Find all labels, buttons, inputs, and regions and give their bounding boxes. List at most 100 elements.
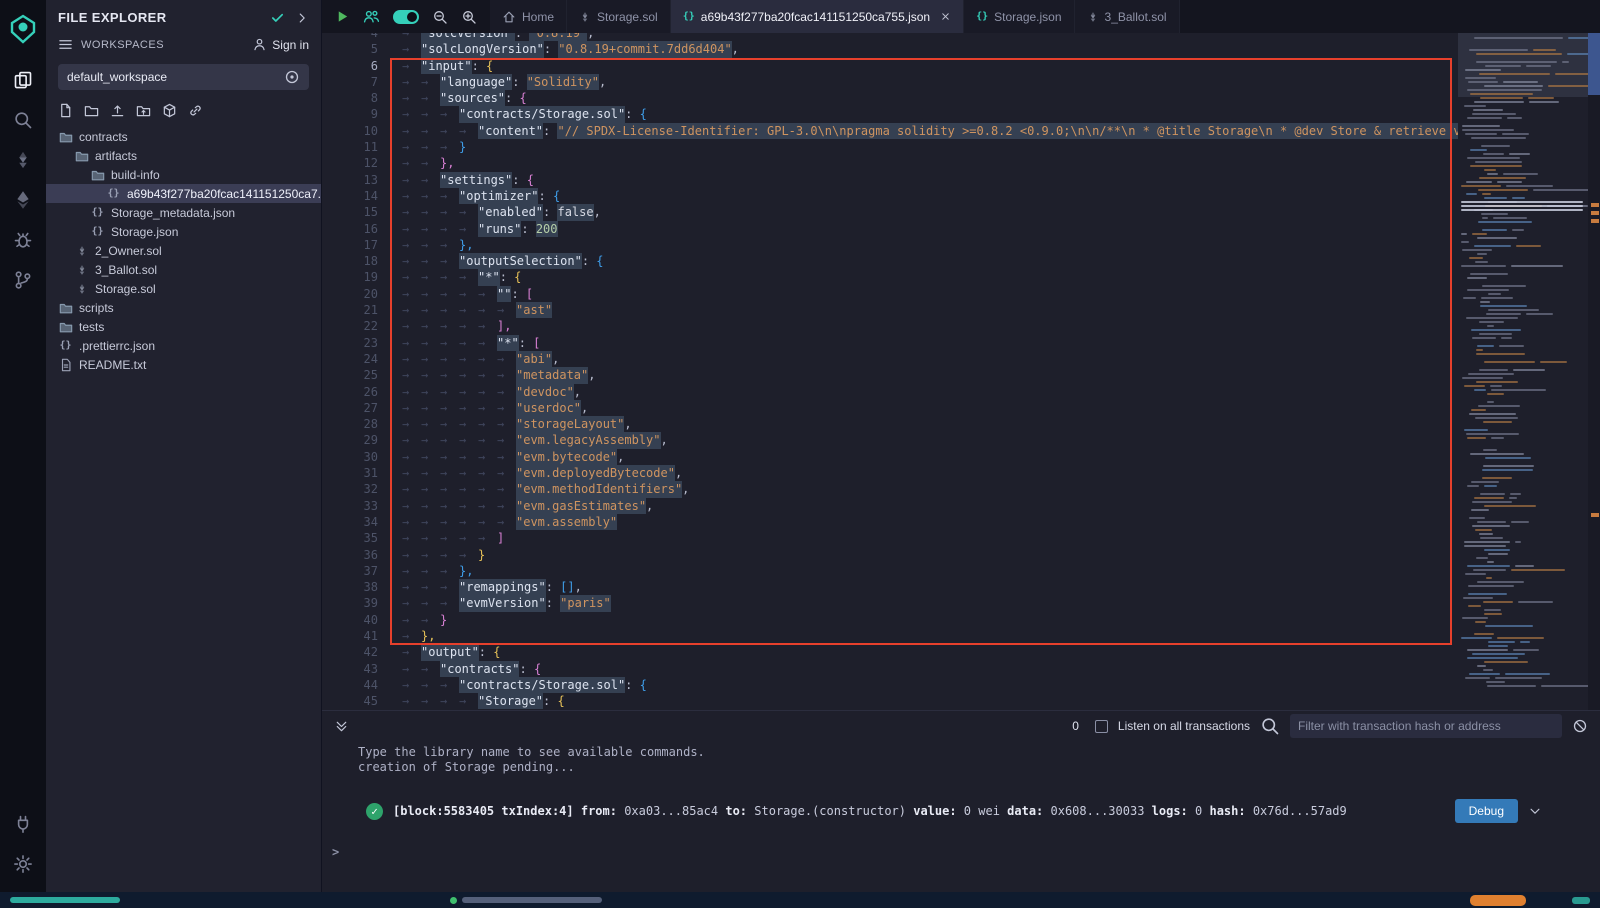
workspace-options-icon[interactable]	[284, 69, 300, 85]
accounts-icon[interactable]	[363, 8, 380, 25]
tab-storage-sol[interactable]: Storage.sol	[567, 0, 671, 33]
debug-button[interactable]: Debug	[1455, 799, 1518, 823]
workspaces-menu-icon[interactable]	[58, 37, 73, 52]
tree-item-artifacts[interactable]: artifacts	[46, 146, 321, 165]
plugin-manager-icon[interactable]	[0, 804, 46, 844]
minimap-line	[1501, 337, 1512, 339]
tree-item-storage-metadata-json[interactable]: {}Storage_metadata.json	[46, 203, 321, 222]
minimap-line	[1475, 261, 1488, 263]
upload-file-icon[interactable]	[110, 103, 125, 118]
tree-item-storage-sol[interactable]: Storage.sol	[46, 279, 321, 298]
deploy-run-icon[interactable]	[0, 180, 46, 220]
code-content[interactable]: 4→"solcVersion": "0.8.19",5→"solcLongVer…	[322, 33, 1458, 709]
tree-item-tests[interactable]: tests	[46, 317, 321, 336]
tx-filter-input[interactable]	[1290, 714, 1562, 738]
indent-guide: →	[402, 677, 421, 693]
indent-guide: →	[402, 204, 421, 220]
preview-toggle[interactable]	[393, 10, 419, 24]
settings-icon[interactable]	[0, 844, 46, 884]
git-icon[interactable]	[0, 260, 46, 300]
minimap-line	[1540, 361, 1567, 363]
line-number: 18	[322, 253, 378, 269]
debugger-icon[interactable]	[0, 220, 46, 260]
indent-guide: →	[440, 481, 459, 497]
minimap-line	[1467, 657, 1518, 659]
tree-item-label: scripts	[79, 301, 114, 315]
load-link-icon[interactable]	[188, 103, 203, 118]
minimap-line	[1497, 181, 1522, 183]
search-icon[interactable]	[0, 100, 46, 140]
zoom-out-icon[interactable]	[432, 9, 448, 25]
code-line: 15→→→→"enabled": false,	[322, 204, 1458, 220]
tree-item-contracts[interactable]: contracts	[46, 127, 321, 146]
indent-guide: →	[402, 237, 421, 253]
listen-label: Listen on all transactions	[1118, 719, 1250, 733]
new-folder-icon[interactable]	[84, 103, 99, 118]
indent-guide: →	[459, 547, 478, 563]
status-badge[interactable]	[1470, 895, 1526, 906]
minimap-line	[1479, 333, 1512, 335]
tab-a69b43f277ba20fcac141151250ca755-json[interactable]: {}a69b43f277ba20fcac141151250ca755.json	[671, 0, 964, 33]
minimap-line	[1465, 69, 1501, 71]
line-number: 31	[322, 465, 378, 481]
tree-item-3-ballot-sol[interactable]: 3_Ballot.sol	[46, 260, 321, 279]
run-script-button[interactable]	[335, 9, 350, 24]
status-network-indicator[interactable]	[450, 897, 602, 904]
terminal-search-icon[interactable]	[1260, 716, 1280, 736]
editor-scrollbar[interactable]	[1588, 33, 1600, 710]
upload-folder-icon[interactable]	[136, 103, 151, 118]
transaction-log-row[interactable]: ✓ [block:5583405 txIndex:4] from: 0xa03.…	[322, 799, 1600, 823]
terminal-collapse-icon[interactable]	[334, 719, 349, 734]
minimap-line	[1487, 173, 1498, 175]
line-number: 9	[322, 106, 378, 122]
indent-guide: →	[440, 335, 459, 351]
sign-in-button[interactable]: Sign in	[252, 37, 309, 52]
tree-item-2-owner-sol[interactable]: 2_Owner.sol	[46, 241, 321, 260]
scrollbar-thumb[interactable]	[1588, 33, 1600, 95]
tree-item-storage-json[interactable]: {}Storage.json	[46, 222, 321, 241]
load-ipfs-icon[interactable]	[162, 103, 177, 118]
minimap[interactable]	[1458, 33, 1588, 710]
new-file-icon[interactable]	[58, 103, 73, 118]
code-line: 45→→→→"Storage": {	[322, 693, 1458, 709]
listen-checkbox[interactable]	[1095, 720, 1108, 733]
minimap-line	[1476, 349, 1483, 351]
minimap-line	[1493, 217, 1527, 219]
zoom-in-icon[interactable]	[461, 9, 477, 25]
tree-item-readme-txt[interactable]: README.txt	[46, 355, 321, 374]
indent-guide: →	[402, 106, 421, 122]
minimap-line	[1541, 685, 1588, 687]
minimap-line	[1470, 165, 1522, 167]
status-workspace-indicator[interactable]	[10, 897, 120, 903]
tab-3-ballot-sol[interactable]: 3_Ballot.sol	[1075, 0, 1180, 33]
tree-item-scripts[interactable]: scripts	[46, 298, 321, 317]
tree-item-label: tests	[79, 320, 104, 334]
indent-guide: →	[497, 367, 516, 383]
tree-item-build-info[interactable]: build-info	[46, 165, 321, 184]
minimap-slider[interactable]	[1458, 33, 1588, 97]
tx-expand-icon[interactable]	[1528, 804, 1542, 818]
minimap-line	[1483, 421, 1512, 423]
minimap-line	[1473, 109, 1503, 111]
code-editor[interactable]: 4→"solcVersion": "0.8.19",5→"solcLongVer…	[322, 33, 1600, 710]
line-number: 41	[322, 628, 378, 644]
indent-guide: →	[440, 188, 459, 204]
file-explorer-icon[interactable]	[0, 60, 46, 100]
indent-guide: →	[440, 547, 459, 563]
workspaces-label: WORKSPACES	[81, 39, 244, 51]
indent-guide: →	[402, 612, 421, 628]
tree-item-a69b43f277ba20fcac141151250ca7-[interactable]: {}a69b43f277ba20fcac141151250ca7...	[46, 184, 321, 203]
line-number: 19	[322, 269, 378, 285]
indent-guide: →	[402, 318, 421, 334]
tab-storage-json[interactable]: {}Storage.json	[964, 0, 1074, 33]
tab-home[interactable]: Home	[490, 0, 567, 33]
close-tab-icon[interactable]	[940, 11, 951, 22]
chevron-right-icon[interactable]	[295, 11, 309, 25]
clear-console-icon[interactable]	[1572, 718, 1588, 734]
code-line: 5→"solcLongVersion": "0.8.19+commit.7dd6…	[322, 41, 1458, 57]
minimap-line	[1472, 233, 1487, 235]
tree-item--prettierrc-json[interactable]: {}.prettierrc.json	[46, 336, 321, 355]
terminal-prompt[interactable]: >	[322, 845, 1600, 859]
workspace-select[interactable]: default_workspace	[58, 64, 309, 90]
solidity-compiler-icon[interactable]	[0, 140, 46, 180]
